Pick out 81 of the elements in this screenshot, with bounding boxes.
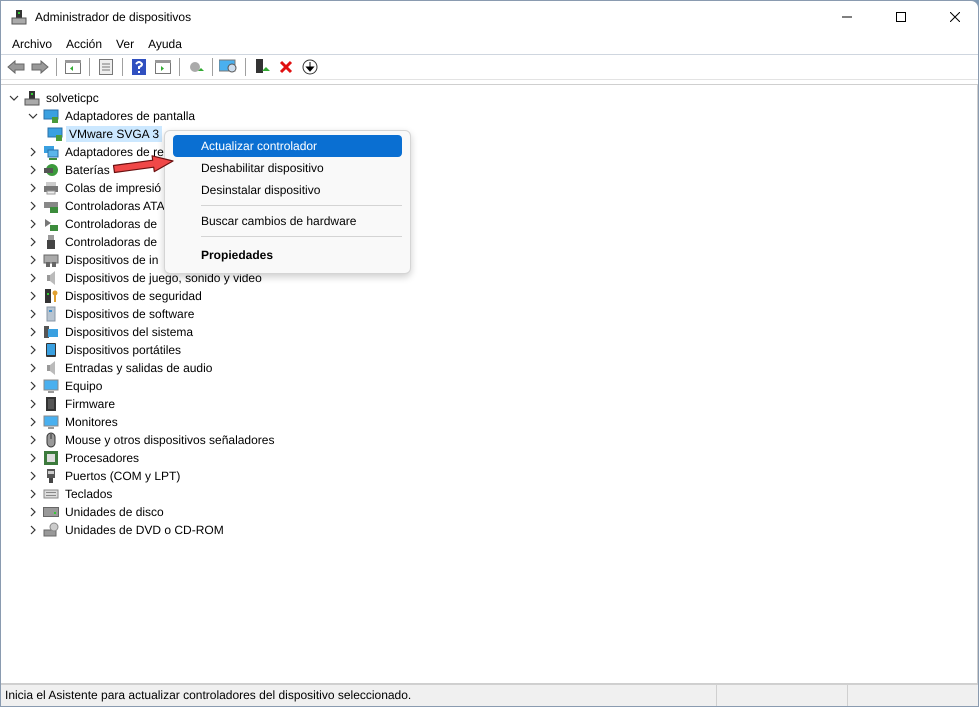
tree-item[interactable]: Dispositivos de juego, sonido y video <box>62 270 265 286</box>
menu-item[interactable]: Actualizar controlador <box>173 135 402 157</box>
menu-item[interactable]: Deshabilitar dispositivo <box>173 157 402 179</box>
monitor-icon <box>43 414 59 430</box>
chevron-icon[interactable] <box>9 93 19 103</box>
chevron-icon[interactable] <box>28 309 38 319</box>
tree-item[interactable]: Puertos (COM y LPT) <box>62 468 184 484</box>
chevron-icon[interactable] <box>28 273 38 283</box>
computer-icon <box>24 90 40 106</box>
chevron-icon[interactable] <box>28 219 38 229</box>
chevron-icon[interactable] <box>28 489 38 499</box>
tree-item[interactable]: Mouse y otros dispositivos señaladores <box>62 432 278 448</box>
computer-icon <box>11 9 27 25</box>
battery-icon <box>43 162 59 178</box>
chevron-icon[interactable] <box>28 147 38 157</box>
menu-item[interactable]: Buscar cambios de hardware <box>173 210 402 232</box>
menu-item[interactable]: Ver <box>109 33 142 54</box>
key-tower-icon <box>43 288 59 304</box>
chevron-icon[interactable] <box>28 453 38 463</box>
tree-item[interactable]: Controladoras ATA <box>62 198 168 214</box>
chevron-icon[interactable] <box>28 255 38 265</box>
monitor-icon <box>43 378 59 394</box>
status-text: Inicia el Asistente para actualizar controladores del dispositivo seleccionado. <box>4 687 412 704</box>
processor-icon <box>43 450 59 466</box>
tree-item[interactable]: Dispositivos portátiles <box>62 342 184 358</box>
tree-item[interactable]: Dispositivos de seguridad <box>62 288 205 304</box>
tree-item[interactable]: Entradas y salidas de audio <box>62 360 216 376</box>
tree-item[interactable]: Adaptadores de re <box>62 144 167 160</box>
close-icon[interactable] <box>950 12 960 22</box>
dvd-drive-icon <box>43 522 59 538</box>
tree-item[interactable]: Firmware <box>62 396 118 412</box>
window-title: Administrador de dispositivos <box>35 10 192 24</box>
cross-icon[interactable] <box>279 60 293 74</box>
tree-item[interactable]: solveticpc <box>43 90 102 106</box>
monitor-icon <box>43 108 59 124</box>
tree-item[interactable]: Equipo <box>62 378 106 394</box>
printer-icon <box>43 180 59 196</box>
tree-item[interactable]: Unidades de disco <box>62 504 167 520</box>
chevron-icon[interactable] <box>28 345 38 355</box>
chip-icon <box>43 396 59 412</box>
chevron-icon[interactable] <box>28 525 38 535</box>
menu-item[interactable]: Archivo <box>5 33 60 54</box>
menu-item[interactable]: Acción <box>59 33 110 54</box>
chevron-icon[interactable] <box>28 327 38 337</box>
tree-item[interactable]: Controladoras de <box>62 234 160 250</box>
menu-item[interactable]: Ayuda <box>141 33 189 54</box>
keyboard-mouse-icon <box>43 252 59 268</box>
tree-item[interactable]: Monitores <box>62 414 121 430</box>
chevron-icon[interactable] <box>28 111 38 121</box>
chevron-icon[interactable] <box>28 165 38 175</box>
chevron-icon[interactable] <box>28 417 38 427</box>
monitor-icon <box>47 126 63 142</box>
disk-drive-icon <box>43 504 59 520</box>
tree-item[interactable]: Adaptadores de pantalla <box>62 108 198 124</box>
tree-item[interactable]: Dispositivos de software <box>62 306 198 322</box>
menu-item[interactable]: Propiedades <box>173 241 402 269</box>
tree-item[interactable]: Procesadores <box>62 450 142 466</box>
system-icon <box>43 324 59 340</box>
chevron-icon[interactable] <box>28 237 38 247</box>
chevron-icon[interactable] <box>28 291 38 301</box>
network-icon <box>43 144 59 160</box>
menu-item[interactable]: Desinstalar dispositivo <box>173 179 402 201</box>
chevron-icon[interactable] <box>28 471 38 481</box>
chevron-icon[interactable] <box>28 201 38 211</box>
chevron-icon[interactable] <box>28 435 38 445</box>
chip-card-icon <box>43 216 59 232</box>
maximize-icon[interactable] <box>896 12 906 22</box>
tree-item[interactable]: Colas de impresió <box>62 180 164 196</box>
tree-item[interactable]: Unidades de DVD o CD-ROM <box>62 522 227 538</box>
chevron-icon[interactable] <box>28 381 38 391</box>
chevron-icon[interactable] <box>28 399 38 409</box>
chevron-icon[interactable] <box>28 363 38 373</box>
chevron-icon[interactable] <box>28 183 38 193</box>
tablet-icon <box>43 342 59 358</box>
tree-item[interactable]: Baterías <box>62 162 113 178</box>
tree-item[interactable]: Dispositivos del sistema <box>62 324 196 340</box>
tree-item[interactable]: Teclados <box>62 486 116 502</box>
chevron-icon[interactable] <box>28 507 38 517</box>
tree-item[interactable]: VMware SVGA 3 <box>66 126 162 142</box>
tree-item[interactable]: Dispositivos de in <box>62 252 162 268</box>
tree-item[interactable]: Controladoras de <box>62 216 160 232</box>
